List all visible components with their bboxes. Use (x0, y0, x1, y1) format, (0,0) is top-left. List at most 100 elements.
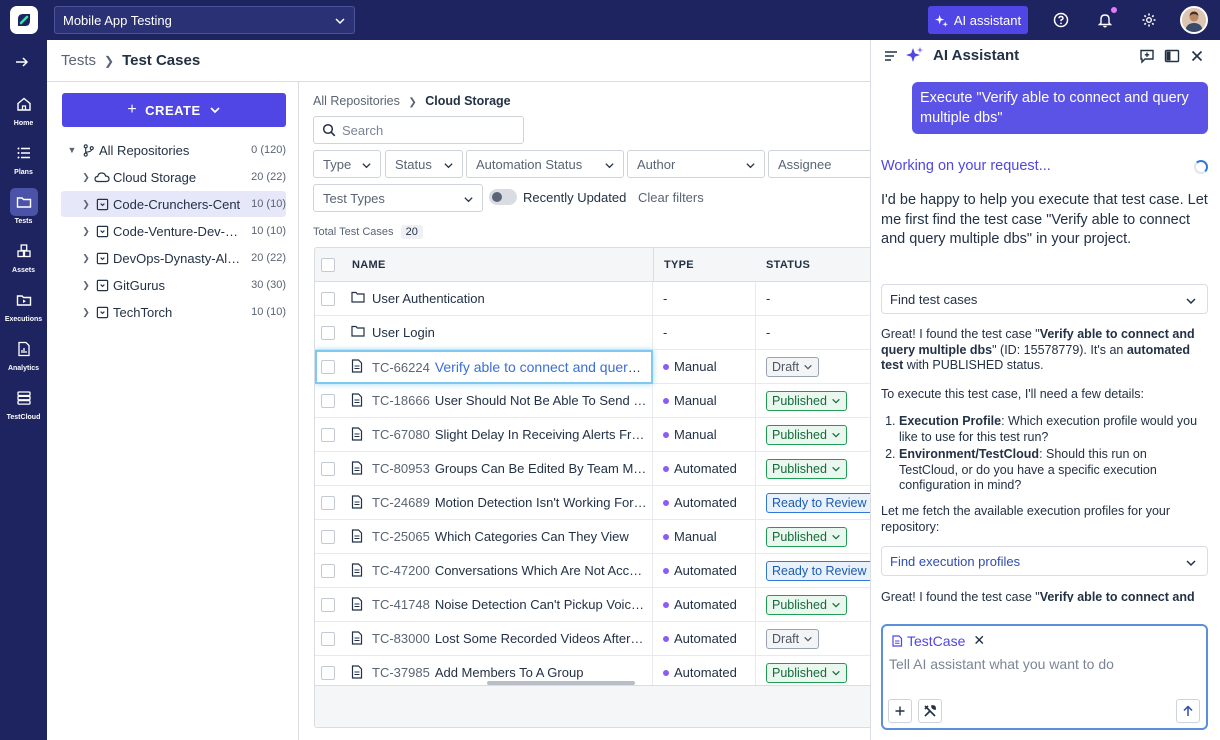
recently-updated-toggle[interactable] (489, 189, 517, 205)
name-cell[interactable]: User Login (315, 316, 653, 350)
notifications-icon[interactable] (1095, 6, 1118, 30)
send-button[interactable] (1176, 699, 1200, 723)
row-checkbox[interactable] (321, 360, 335, 374)
help-icon[interactable] (1051, 10, 1071, 30)
row-name[interactable]: TC-24689 Motion Detection Isn't Working F… (372, 495, 647, 510)
tree-item-techtorch[interactable]: ❯ TechTorch 10 (10) (79, 299, 286, 325)
status-dropdown[interactable]: Published (766, 391, 847, 411)
tool-find-test-cases[interactable]: Find test cases (881, 284, 1208, 314)
status-dropdown[interactable]: Published (766, 425, 847, 445)
tree-item-devops-dynasty[interactable]: ❯ DevOps-Dynasty-Alpha 20 (22) (79, 245, 286, 271)
row-checkbox[interactable] (321, 530, 335, 544)
caret-right-icon[interactable]: ❯ (79, 307, 93, 318)
test-case-row[interactable]: TC-47200 Conversations Which Are Not Acce… (315, 554, 870, 588)
nav-assets[interactable]: Assets (0, 237, 47, 281)
column-divider[interactable] (653, 248, 654, 282)
name-cell[interactable]: TC-67080 Slight Delay In Receiving Alerts… (315, 418, 653, 452)
nav-analytics[interactable]: Analytics (0, 335, 47, 379)
status-dropdown[interactable]: Draft (766, 357, 820, 377)
row-checkbox[interactable] (321, 462, 335, 476)
name-cell[interactable]: TC-80953 Groups Can Be Edited By Team Mem… (315, 452, 653, 486)
row-name[interactable]: TC-41748 Noise Detection Can't Pickup Voi… (372, 597, 647, 612)
test-case-row[interactable]: TC-25065 Which Categories Can They View M… (315, 520, 870, 554)
row-name[interactable]: TC-67080 Slight Delay In Receiving Alerts… (372, 427, 647, 442)
nav-home[interactable]: Home (0, 90, 47, 134)
test-case-row[interactable]: TC-67080 Slight Delay In Receiving Alerts… (315, 418, 870, 452)
column-header-status[interactable]: STATUS (766, 259, 810, 271)
row-checkbox[interactable] (321, 394, 335, 408)
caret-right-icon[interactable]: ❯ (79, 199, 93, 210)
expand-arrow-icon[interactable] (14, 54, 30, 70)
row-name[interactable]: TC-80953 Groups Can Be Edited By Team Mem… (372, 461, 647, 476)
row-checkbox[interactable] (321, 496, 335, 510)
folder-row[interactable]: User Authentication - - (315, 282, 870, 316)
breadcrumb-tests[interactable]: Tests (61, 52, 96, 69)
status-dropdown[interactable]: Published (766, 663, 847, 683)
name-cell[interactable]: TC-24689 Motion Detection Isn't Working F… (315, 486, 653, 520)
folder-row[interactable]: User Login - - (315, 316, 870, 350)
filter-status[interactable]: Status (385, 150, 463, 178)
select-all-checkbox[interactable] (321, 258, 335, 272)
project-selector[interactable]: Mobile App Testing (54, 6, 355, 34)
tree-root-all-repositories[interactable]: ▼ All Repositories 0 (120) (65, 137, 286, 163)
test-case-row[interactable]: TC-18666 User Should Not Be Able To Send … (315, 384, 870, 418)
column-header-name[interactable]: NAME (352, 259, 386, 271)
tree-item-cloud-storage[interactable]: ❯ Cloud Storage 20 (22) (79, 164, 286, 190)
nav-plans[interactable]: Plans (0, 139, 47, 183)
create-button[interactable]: + CREATE (62, 93, 286, 127)
attach-plus-button[interactable] (888, 699, 912, 723)
test-case-row[interactable]: TC-83000 Lost Some Recorded Videos After … (315, 622, 870, 656)
row-checkbox[interactable] (321, 632, 335, 646)
filter-assignee[interactable]: Assignee (768, 150, 870, 178)
status-dropdown[interactable]: Published (766, 527, 847, 547)
tree-item-code-venture[interactable]: ❯ Code-Venture-Dev-1234 10 (10) (79, 218, 286, 244)
test-case-row[interactable]: TC-66224 Verify able to connect and query… (315, 350, 870, 384)
nav-tests[interactable]: Tests (0, 188, 47, 232)
caret-right-icon[interactable]: ❯ (79, 226, 93, 237)
message-input[interactable]: Tell AI assistant what you want to do (889, 656, 1114, 672)
clear-filters-link[interactable]: Clear filters (638, 190, 704, 205)
row-checkbox[interactable] (321, 292, 335, 306)
caret-right-icon[interactable]: ❯ (79, 253, 93, 264)
nav-executions[interactable]: Executions (0, 286, 47, 330)
dock-panel-icon[interactable] (1164, 48, 1180, 64)
row-name[interactable]: TC-66224 Verify able to connect and query… (372, 359, 647, 375)
test-case-row[interactable]: TC-24689 Motion Detection Isn't Working F… (315, 486, 870, 520)
tools-button[interactable] (918, 699, 942, 723)
tree-item-code-crunchers[interactable]: ❯ Code-Crunchers-Cent 10 (10) (61, 191, 286, 217)
tool-find-execution-profiles[interactable]: Find execution profiles (881, 546, 1208, 576)
name-cell[interactable]: User Authentication (315, 282, 653, 316)
row-name[interactable]: TC-18666 User Should Not Be Able To Send … (372, 393, 647, 408)
row-name[interactable]: TC-37985 Add Members To A Group (372, 665, 647, 680)
tree-item-gitgurus[interactable]: ❯ GitGurus 30 (30) (79, 272, 286, 298)
test-case-row[interactable]: TC-41748 Noise Detection Can't Pickup Voi… (315, 588, 870, 622)
name-cell[interactable]: TC-66224 Verify able to connect and query… (315, 350, 653, 384)
caret-down-icon[interactable]: ▼ (65, 145, 79, 155)
new-chat-icon[interactable] (1139, 48, 1155, 64)
row-checkbox[interactable] (321, 666, 335, 680)
filter-test-types[interactable]: Test Types (313, 184, 483, 212)
name-cell[interactable]: TC-47200 Conversations Which Are Not Acce… (315, 554, 653, 588)
name-cell[interactable]: TC-83000 Lost Some Recorded Videos After … (315, 622, 653, 656)
name-cell[interactable]: TC-18666 User Should Not Be Able To Send … (315, 384, 653, 418)
caret-right-icon[interactable]: ❯ (79, 172, 93, 183)
remove-chip-icon[interactable]: ✕ (973, 632, 985, 649)
close-icon[interactable] (1189, 48, 1205, 64)
app-logo[interactable] (10, 6, 38, 34)
status-dropdown[interactable]: Published (766, 459, 847, 479)
ai-message-composer[interactable]: TestCase ✕ Tell AI assistant what you wa… (881, 624, 1208, 730)
menu-lines-icon[interactable] (883, 48, 899, 64)
filter-author[interactable]: Author (627, 150, 765, 178)
caret-right-icon[interactable]: ❯ (79, 280, 93, 291)
ai-assistant-button[interactable]: AI assistant (928, 6, 1028, 34)
filter-automation-status[interactable]: Automation Status (466, 150, 624, 178)
row-name[interactable]: TC-83000 Lost Some Recorded Videos After … (372, 631, 647, 646)
user-avatar[interactable] (1180, 6, 1208, 34)
status-dropdown[interactable]: Ready to Review (766, 561, 870, 581)
row-name[interactable]: TC-47200 Conversations Which Are Not Acce… (372, 563, 647, 578)
row-checkbox[interactable] (321, 428, 335, 442)
search-input[interactable]: Search (313, 116, 524, 144)
filter-type[interactable]: Type (313, 150, 381, 178)
name-cell[interactable]: TC-25065 Which Categories Can They View (315, 520, 653, 554)
status-dropdown[interactable]: Ready to Review (766, 493, 870, 513)
